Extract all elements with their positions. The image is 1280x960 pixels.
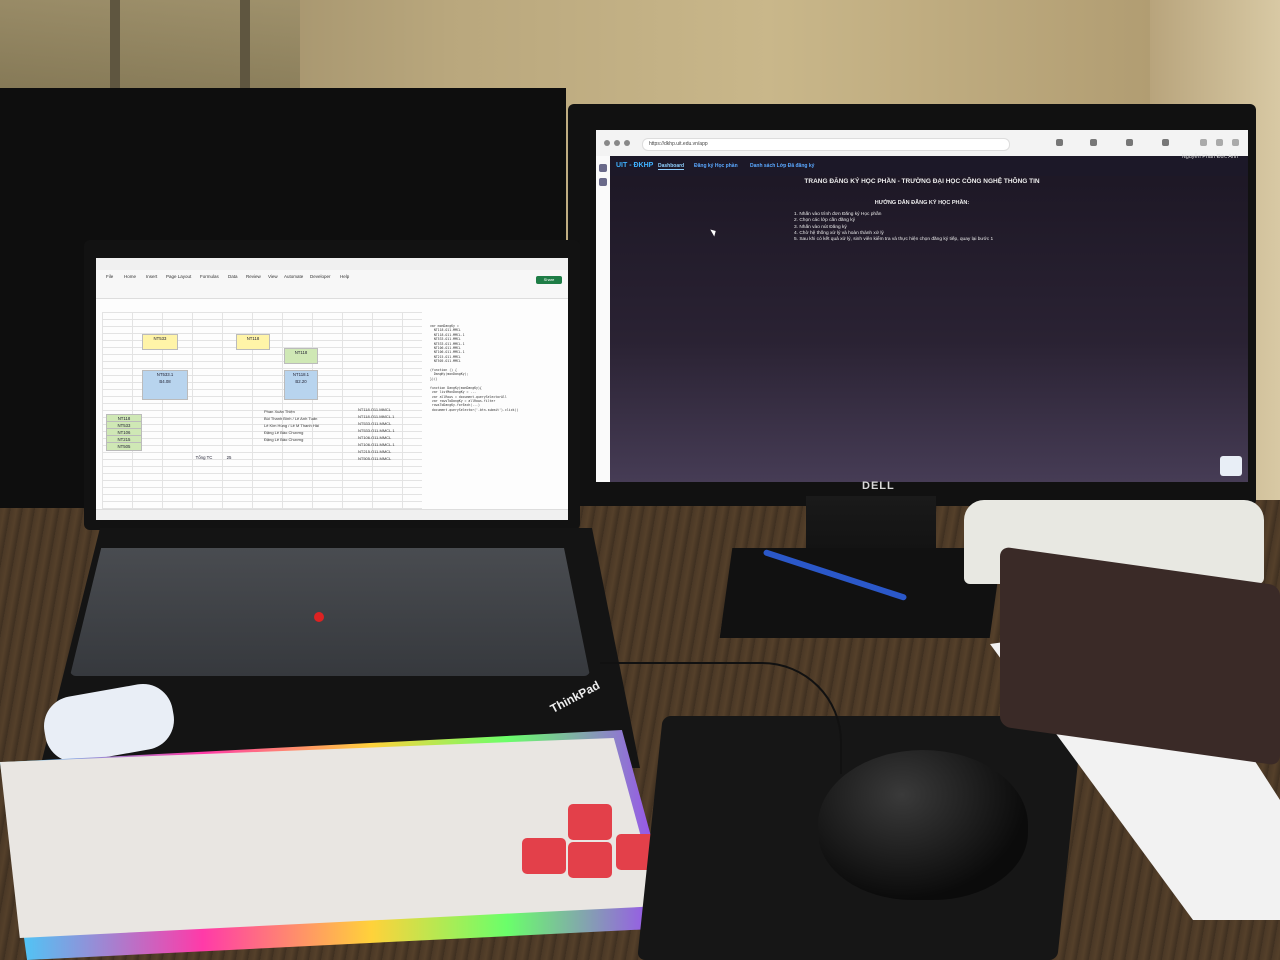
taskbar-app-icon[interactable]: [1220, 456, 1242, 476]
laptop-keyboard-cover: [70, 548, 590, 676]
nav-danh-sach-lop[interactable]: Danh sách Lớp Đã đăng ký: [750, 163, 814, 169]
menu-formulas[interactable]: Formulas: [200, 274, 219, 279]
trackpoint[interactable]: [314, 612, 324, 622]
close-icon[interactable]: [1232, 139, 1239, 146]
menu-file[interactable]: File: [106, 274, 113, 279]
cell-code: NT533: [153, 336, 167, 341]
menu-insert[interactable]: Insert: [146, 274, 157, 279]
forward-icon[interactable]: [614, 140, 620, 146]
cell-course[interactable]: NT533: [142, 334, 178, 350]
excel-window: File Home Insert Page Layout Formulas Da…: [96, 258, 568, 520]
menu-review[interactable]: Review: [246, 274, 261, 279]
browser-screen: https://dkhp.uit.edu.vn/app UIT - ĐKHP D…: [596, 130, 1248, 482]
extensions-icon[interactable]: [1090, 139, 1097, 146]
address-bar[interactable]: https://dkhp.uit.edu.vn/app: [642, 138, 1010, 151]
user-name[interactable]: Nguyễn Phan Đức Anh: [1182, 154, 1238, 160]
menu-developer[interactable]: Developer: [310, 274, 331, 279]
cell-course[interactable]: NT533.1 B4.08: [142, 370, 188, 400]
arrow-left-key[interactable]: [522, 838, 566, 874]
menu-help[interactable]: Help: [340, 274, 349, 279]
cell-code: NT533.1: [156, 372, 174, 377]
maximize-icon[interactable]: [1216, 139, 1223, 146]
app-brand[interactable]: UIT - ĐKHP: [616, 162, 653, 169]
page-title: TRANG ĐĂNG KÝ HỌC PHẦN - TRƯỜNG ĐẠI HỌC …: [804, 178, 1040, 185]
cell-course[interactable]: NT118.1 B2.20: [284, 370, 318, 400]
menu-data[interactable]: Data: [228, 274, 238, 279]
star-icon[interactable]: [1056, 139, 1063, 146]
browser-toolbar: https://dkhp.uit.edu.vn/app: [596, 130, 1248, 157]
cell-room: B2.20: [295, 379, 307, 384]
class-code-list: NT118.O11.MMCL NT118.O11.MMCL.1 NT533.O1…: [358, 407, 395, 461]
cell-code: NT118: [246, 336, 260, 341]
cell-course[interactable]: NT118: [284, 348, 318, 364]
menu-home[interactable]: Home: [124, 274, 136, 279]
arrow-up-key[interactable]: [568, 804, 612, 840]
refresh-icon[interactable]: [624, 140, 630, 146]
cell-room: B4.08: [159, 379, 171, 384]
minimize-icon[interactable]: [1200, 139, 1207, 146]
menu-view[interactable]: View: [268, 274, 278, 279]
sidebar-tab-icon[interactable]: [599, 164, 607, 172]
profile-icon[interactable]: [1126, 139, 1133, 146]
guide-step: 5. Sau khi có kết quả xử lý, sinh viên k…: [794, 237, 994, 243]
computer-mouse[interactable]: [818, 750, 1028, 900]
arrow-down-key[interactable]: [568, 842, 612, 878]
course-code[interactable]: NT505: [106, 442, 142, 451]
excel-statusbar: [96, 509, 568, 520]
guide-title: HƯỚNG DẪN ĐĂNG KÝ HỌC PHẦN:: [874, 200, 970, 206]
cell-code: NT118: [294, 350, 308, 355]
guide-steps: 1. Nhấn vào trình đơn Đăng ký Học phần 2…: [786, 212, 993, 243]
cell-course[interactable]: NT118: [236, 334, 270, 350]
menu-icon[interactable]: [1162, 139, 1169, 146]
code-editor[interactable]: var monDangKy = NT118.O11.MMCL NT118.O11…: [430, 324, 560, 456]
menu-automate[interactable]: Automate: [284, 274, 303, 279]
excel-titlebar: [96, 258, 568, 270]
cell-code: NT118.1: [292, 372, 310, 377]
total-label: Tổng TC: [195, 455, 213, 460]
monitor-stand-base: [719, 548, 1003, 638]
mouse-cable: [600, 662, 842, 774]
mouse-cursor-icon: [710, 227, 718, 237]
share-button[interactable]: Share: [536, 276, 562, 284]
instructor-list: Phan Xuân Thiện Bùi Thanh Bình / Lê Anh …: [264, 409, 319, 442]
total-value: 25: [226, 455, 232, 460]
nav-dashboard[interactable]: Dashboard: [658, 163, 685, 170]
back-icon[interactable]: [604, 140, 610, 146]
nav-dang-ky-hoc-phan[interactable]: Đăng ký Học phần: [694, 163, 738, 169]
menu-page-layout[interactable]: Page Layout: [166, 274, 191, 279]
monitor-logo: DELL: [862, 480, 895, 492]
